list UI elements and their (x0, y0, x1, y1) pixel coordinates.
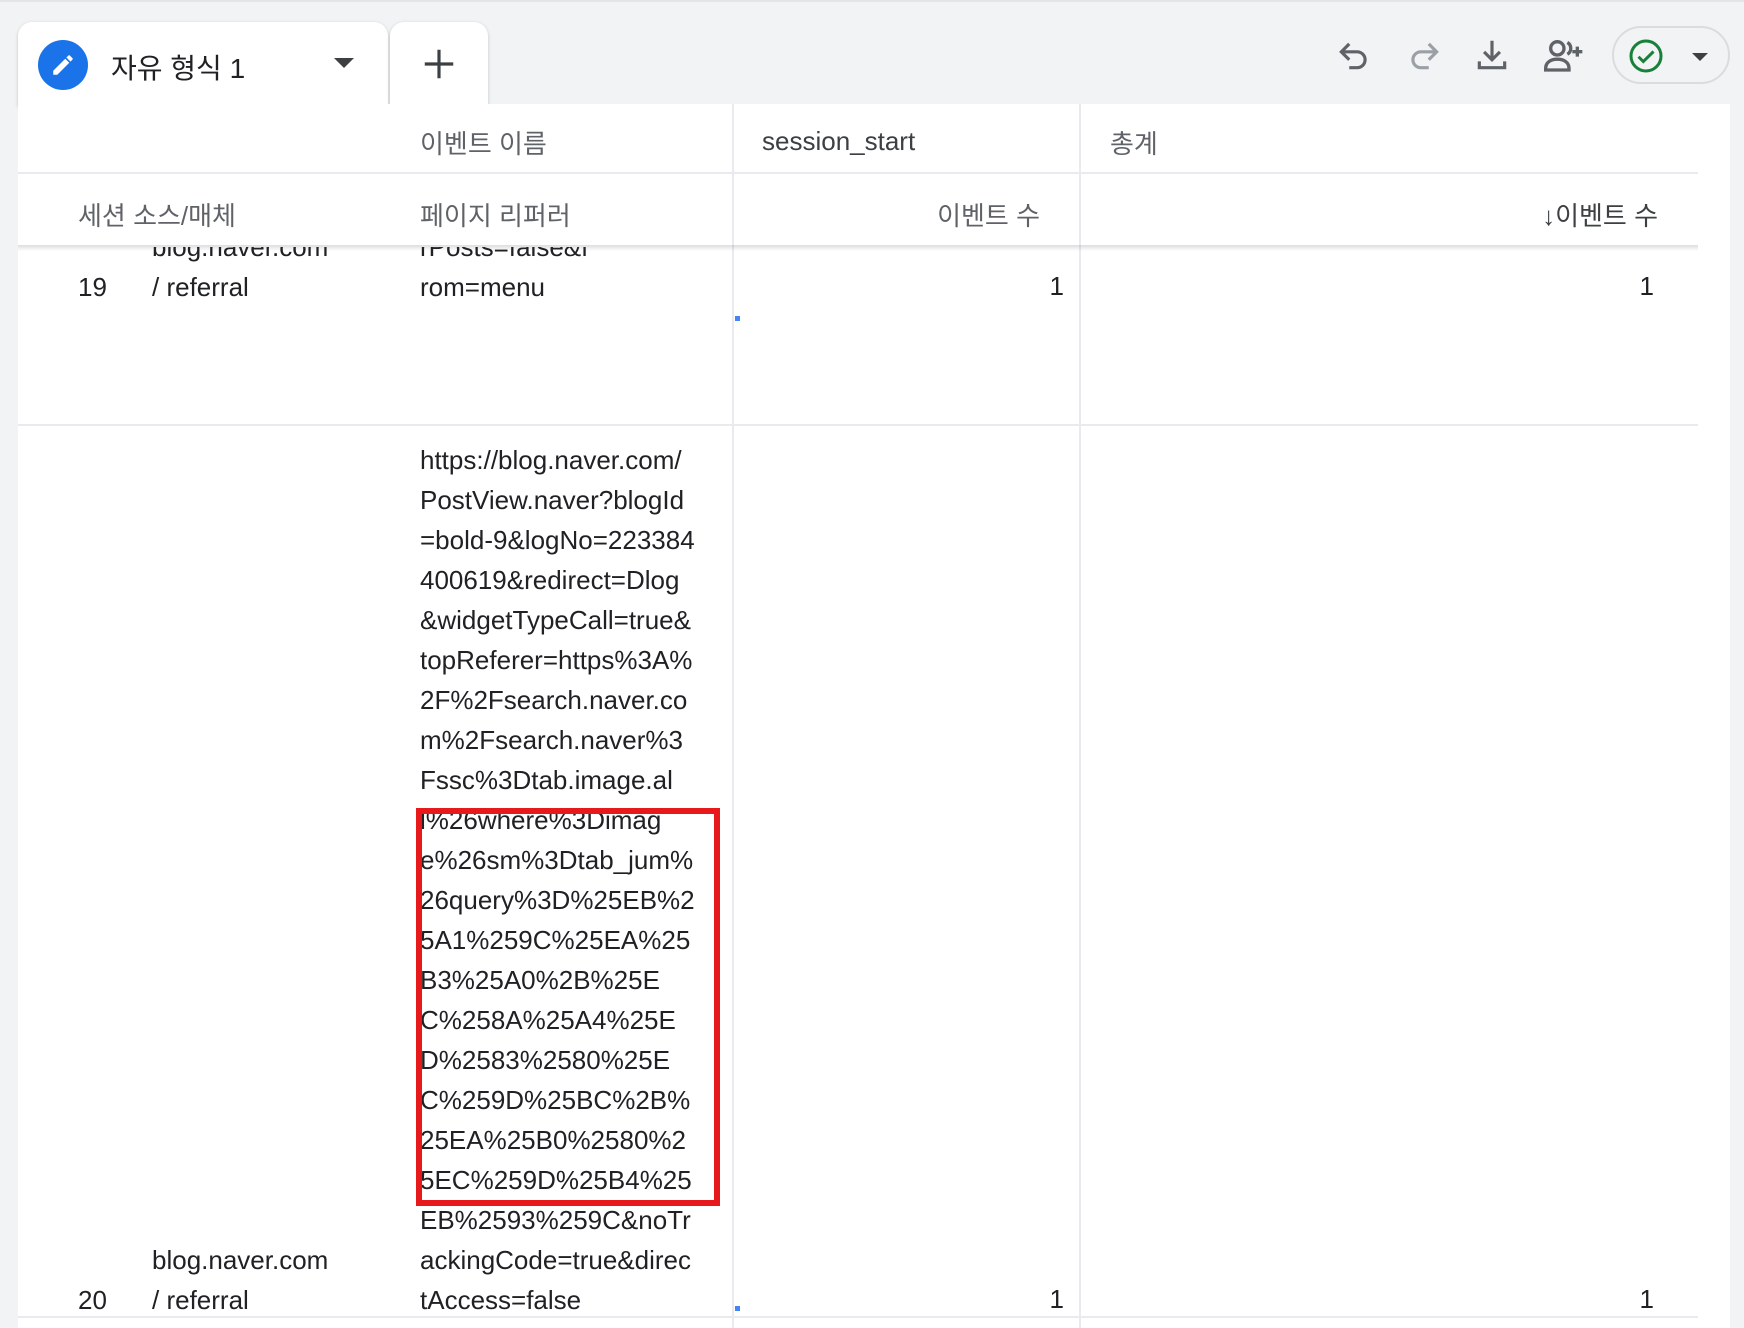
plus-icon (424, 49, 454, 79)
source-medium-line1: blog.naver.com (152, 1245, 329, 1275)
table-body: blog.naver.com / referral 19 rPosts=fals… (18, 247, 1730, 1328)
share-button[interactable] (1534, 28, 1594, 82)
undo-button[interactable] (1324, 28, 1384, 82)
event-count-total: 1 (1639, 1284, 1654, 1314)
page-referrer-tail: rom=menu (420, 272, 545, 302)
event-count: 1 (1049, 1284, 1064, 1314)
header-event-name: 이벤트 이름 (420, 129, 547, 159)
header-shadow (18, 245, 1698, 251)
header-page-referrer[interactable]: 페이지 리퍼러 (420, 196, 571, 233)
header-event-count[interactable]: 이벤트 수 (740, 196, 1040, 233)
download-button[interactable] (1462, 28, 1522, 82)
pencil-icon[interactable] (38, 40, 88, 90)
undo-icon (1339, 42, 1367, 70)
divider (18, 1316, 1698, 1318)
highlight-box (416, 808, 720, 1206)
resize-handle[interactable] (735, 1306, 740, 1311)
divider (18, 424, 1698, 426)
resize-handle[interactable] (735, 316, 740, 321)
add-person-icon (1544, 40, 1583, 72)
chevron-down-icon[interactable] (334, 58, 354, 68)
column-divider (732, 104, 734, 1328)
add-tab-button[interactable] (390, 22, 488, 106)
redo-button[interactable] (1394, 28, 1454, 82)
status-dropdown[interactable] (1612, 26, 1730, 84)
source-medium-tail: / referral (152, 272, 249, 302)
header-session-source-medium[interactable]: 세션 소스/매체 (78, 196, 236, 233)
chevron-down-icon (1692, 53, 1708, 61)
event-count-total: 1 (1639, 271, 1654, 301)
freeform-table: 이벤트 이름 session_start 총계 세션 소스/매체 페이지 리퍼러… (18, 104, 1730, 1328)
download-icon (1477, 40, 1507, 70)
check-circle-icon (1629, 39, 1663, 73)
row-index: 19 (78, 272, 107, 302)
header-event-count-sorted[interactable]: ↓이벤트 수 (1348, 196, 1658, 233)
header-session-start[interactable]: session_start (762, 126, 915, 157)
report-toolbar: 자유 형식 1 (0, 0, 1744, 106)
source-medium-line2: / referral (152, 1285, 249, 1315)
header-total: 총계 (1110, 129, 1158, 159)
redo-icon (1411, 42, 1439, 70)
row-index: 20 (78, 1285, 107, 1315)
tab-freeform-1[interactable]: 자유 형식 1 (18, 22, 388, 106)
divider (18, 172, 1698, 174)
column-divider (1079, 104, 1081, 1328)
event-count: 1 (1049, 271, 1064, 301)
tab-label: 자유 형식 1 (111, 53, 246, 84)
